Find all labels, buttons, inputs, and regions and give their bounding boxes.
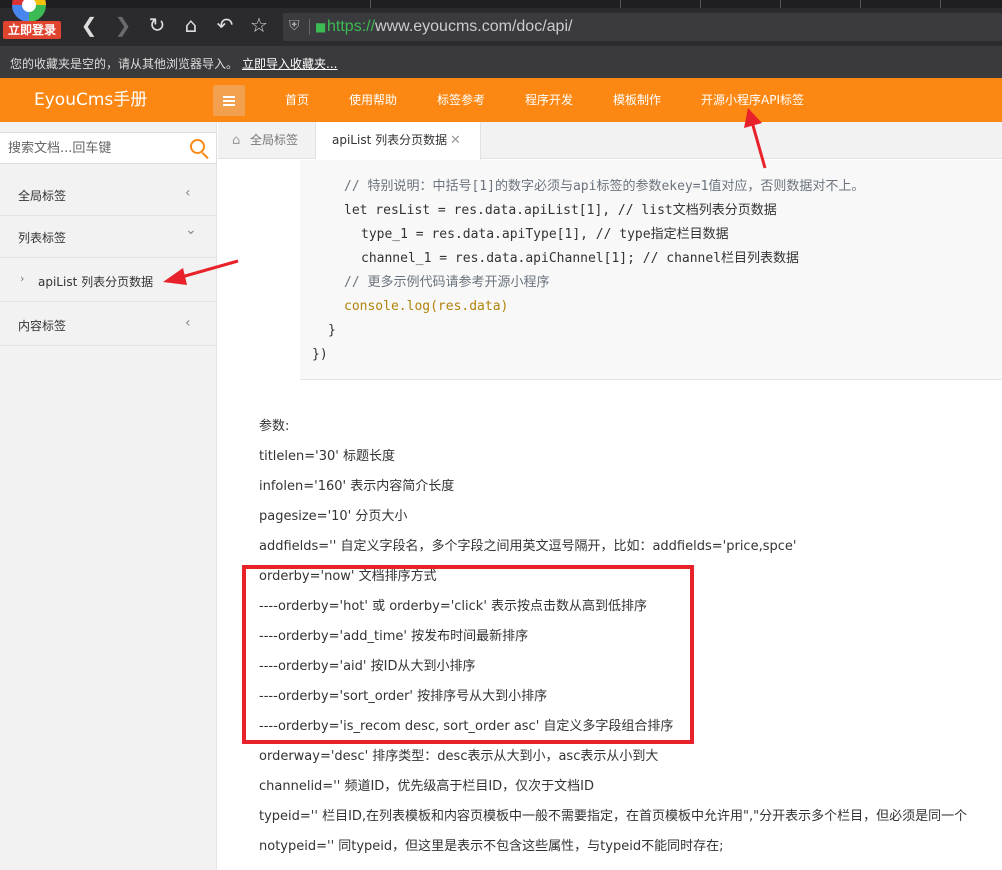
param-line: titlelen='30' 标题长度 [259, 449, 395, 464]
url-scheme: https:// [327, 18, 376, 35]
params-heading: 参数: [259, 419, 290, 434]
tab-label: 全局标签 [250, 133, 299, 147]
url-text[interactable]: https://www.eyoucms.com/doc/api/ [327, 17, 572, 37]
param-line: addfields='' 自定义字段名，多个字段之间用英文逗号隔开，比如：add… [259, 539, 797, 554]
code-line: let resList = res.data.apiList[1], // li… [344, 203, 777, 218]
nav-miniprogram-api[interactable]: 开源小程序API标签 [701, 91, 804, 109]
import-bookmarks-link[interactable]: 立即导入收藏夹... [242, 55, 337, 72]
sidebar-item-label: 内容标签 [18, 319, 67, 333]
code-line: type_1 = res.data.apiType[1], // type指定栏… [361, 227, 729, 242]
tab-strip [0, 0, 1002, 8]
annotation-highlight-box [242, 565, 694, 744]
bookmarks-message: 您的收藏夹是空的，请从其他浏览器导入。 [10, 57, 239, 71]
param-line: notypeid='' 同typeid，但这里是表示不包含这些属性，与typei… [259, 839, 724, 854]
undo-icon[interactable]: ↶ [213, 13, 237, 37]
back-icon[interactable]: ❮ [77, 13, 101, 37]
chevron-down-icon: ⌄ [185, 222, 197, 238]
login-badge[interactable]: 立即登录 [3, 21, 61, 39]
nav-home[interactable]: 首页 [285, 91, 309, 109]
tab-global-tags[interactable]: ⌂ 全局标签 [218, 122, 316, 159]
address-bar[interactable]: ⛨ ■ https://www.eyoucms.com/doc/api/ [283, 13, 1002, 41]
search-input[interactable] [8, 138, 178, 158]
home-icon: ⌂ [232, 133, 241, 148]
param-line: channelid='' 频道ID，优先级高于栏目ID，仅次于文档ID [259, 779, 595, 794]
nav-templates[interactable]: 模板制作 [613, 91, 661, 109]
param-line: typeid='' 栏目ID,在列表模板和内容页模板中一般不需要指定，在首页模板… [259, 809, 968, 824]
code-line: // 更多示例代码请参考开源小程序 [344, 275, 550, 290]
chevron-left-icon: ‹ [185, 185, 191, 201]
site-logo[interactable]: EyouCms手册 [34, 90, 147, 110]
tab-apilist[interactable]: apiList 列表分页数据 ✕ [316, 122, 481, 160]
code-line: } [328, 323, 336, 338]
code-line: }) [312, 347, 328, 362]
forward-icon[interactable]: ❯ [111, 13, 135, 37]
lock-icon: ■ [315, 20, 327, 34]
shield-icon: ⛨ [289, 18, 300, 34]
site-header: EyouCms手册 [0, 78, 1002, 122]
favorite-star-icon[interactable]: ☆ [247, 13, 271, 37]
param-line: orderway='desc' 排序类型：desc表示从大到小，asc表示从小到… [259, 749, 659, 764]
sidebar: 全局标签 ‹ 列表标签 ⌄ › apiList 列表分页数据 内容标签 ‹ [0, 122, 217, 870]
menu-toggle-icon[interactable] [213, 85, 245, 116]
code-line: console.log(res.data) [344, 299, 509, 314]
browser-profile-icon[interactable] [8, 0, 52, 22]
search-icon[interactable] [190, 139, 210, 160]
nav-development[interactable]: 程序开发 [525, 91, 573, 109]
code-line: // 特别说明：中括号[1]的数字必须与api标签的参数ekey=1值对应，否则… [344, 179, 865, 194]
bookmarks-bar: 您的收藏夹是空的，请从其他浏览器导入。 立即导入收藏夹... [0, 46, 1002, 78]
doc-tabs: ⌂ 全局标签 apiList 列表分页数据 ✕ [218, 122, 1002, 160]
close-icon[interactable]: ✕ [450, 122, 461, 159]
param-line: infolen='160' 表示内容简介长度 [259, 479, 455, 494]
sidebar-item-label: 全局标签 [18, 189, 67, 203]
sidebar-subitem-label: apiList 列表分页数据 [38, 275, 154, 289]
chevron-left-icon: ‹ [185, 315, 191, 331]
chevron-right-icon: › [20, 272, 25, 285]
code-line: channel_1 = res.data.apiChannel[1]; // c… [361, 251, 800, 266]
doc-search [0, 132, 217, 164]
tab-label: apiList 列表分页数据 [332, 133, 448, 147]
nav-tag-reference[interactable]: 标签参考 [437, 91, 485, 109]
browser-toolbar: 立即登录 ❮ ❯ ↻ ⌂ ↶ ☆ ⛨ ■ https://www.eyoucms… [0, 0, 1002, 46]
reload-icon[interactable]: ↻ [145, 13, 169, 37]
sidebar-subitem-apilist[interactable]: › apiList 列表分页数据 [0, 258, 217, 302]
sidebar-item-content-tags[interactable]: 内容标签 ‹ [0, 304, 217, 346]
param-line: pagesize='10' 分页大小 [259, 509, 408, 524]
home-icon[interactable]: ⌂ [179, 13, 203, 37]
sidebar-item-list-tags[interactable]: 列表标签 ⌄ [0, 216, 217, 258]
nav-help[interactable]: 使用帮助 [349, 91, 397, 109]
sidebar-item-label: 列表标签 [18, 231, 67, 245]
url-path: www.eyoucms.com/doc/api/ [375, 18, 573, 35]
sidebar-item-global-tags[interactable]: 全局标签 ‹ [0, 174, 217, 216]
